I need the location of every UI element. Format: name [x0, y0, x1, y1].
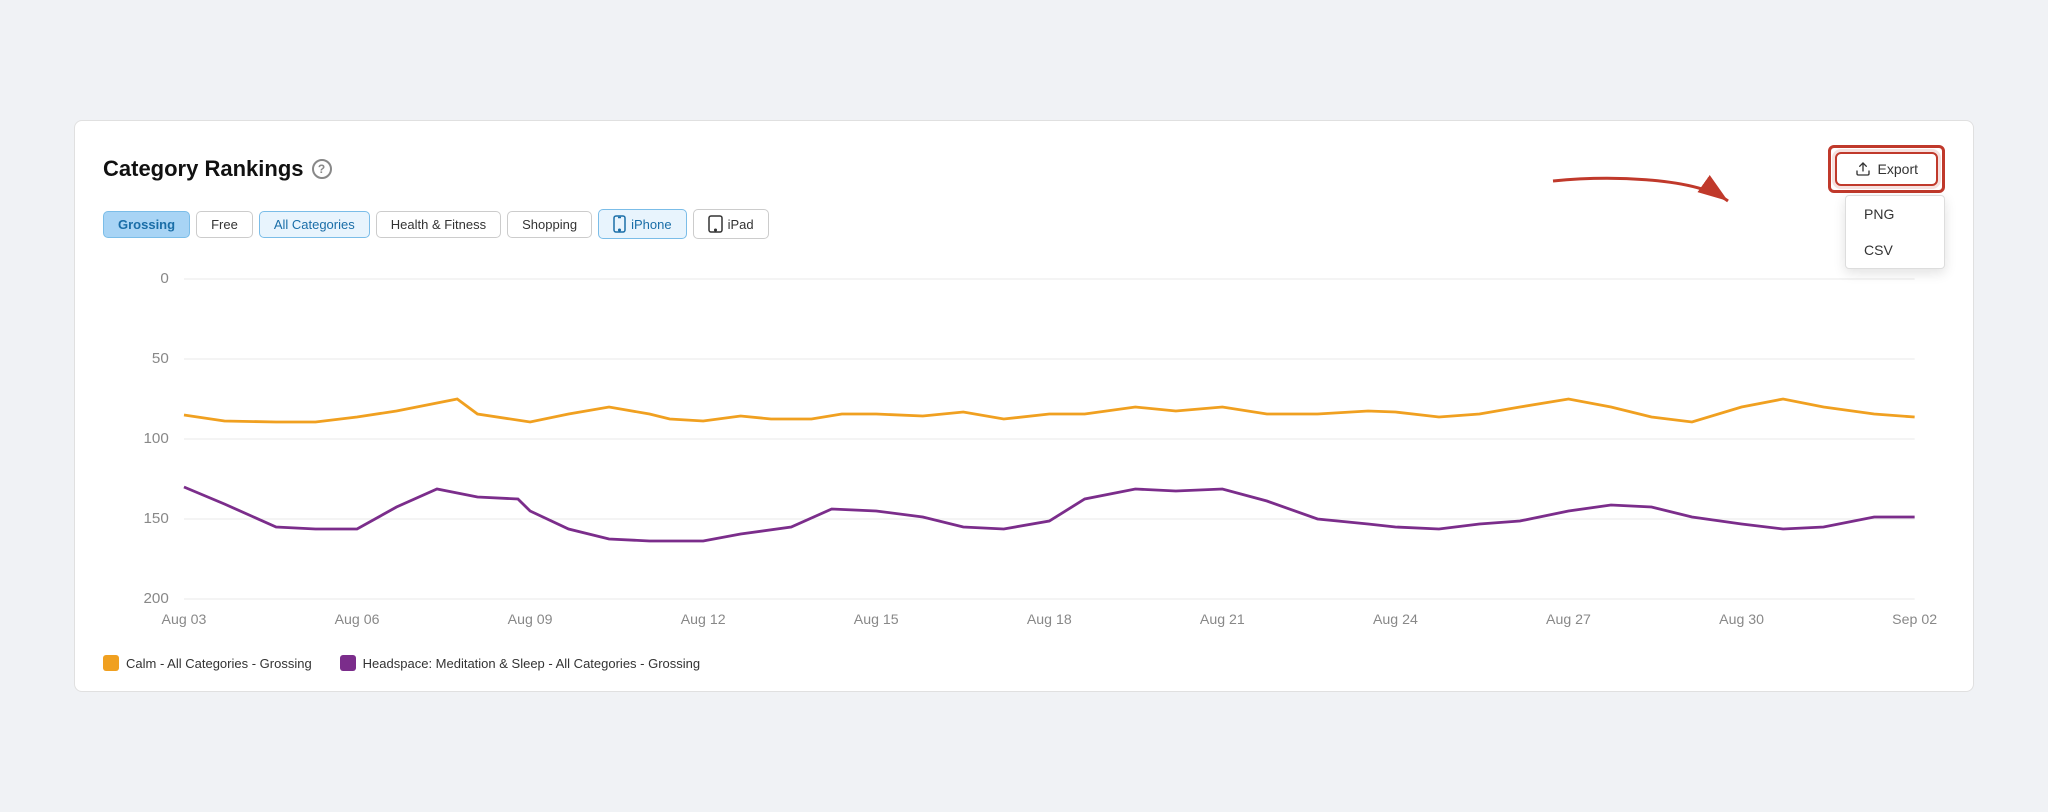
headspace-legend-box: [340, 655, 356, 671]
iphone-label: iPhone: [631, 217, 671, 232]
help-icon[interactable]: ?: [312, 159, 332, 179]
svg-text:Aug 21: Aug 21: [1200, 611, 1245, 627]
svg-text:100: 100: [143, 430, 168, 447]
title-area: Category Rankings ?: [103, 156, 332, 182]
filter-ipad[interactable]: iPad: [693, 209, 769, 239]
headspace-legend-label: Headspace: Meditation & Sleep - All Cate…: [363, 656, 700, 671]
export-highlight-box: Export PNG CSV: [1828, 145, 1945, 193]
svg-text:Aug 09: Aug 09: [508, 611, 553, 627]
svg-text:0: 0: [160, 270, 168, 287]
filter-health-fitness[interactable]: Health & Fitness: [376, 211, 501, 238]
legend-headspace: Headspace: Meditation & Sleep - All Cate…: [340, 655, 700, 671]
filter-grossing[interactable]: Grossing: [103, 211, 190, 238]
svg-text:Aug 12: Aug 12: [681, 611, 726, 627]
export-area: Export PNG CSV: [1828, 145, 1945, 193]
svg-text:Aug 03: Aug 03: [162, 611, 207, 627]
filters-row: Grossing Free All Categories Health & Fi…: [103, 209, 1945, 239]
svg-text:Aug 24: Aug 24: [1373, 611, 1418, 627]
chart-container: 0 50 100 150 200 Aug 03 Aug 06 Aug 09 Au…: [103, 259, 1945, 639]
calm-line: [184, 399, 1915, 422]
svg-text:Aug 15: Aug 15: [854, 611, 899, 627]
export-button[interactable]: Export: [1835, 152, 1938, 186]
calm-legend-label: Calm - All Categories - Grossing: [126, 656, 312, 671]
page-title: Category Rankings: [103, 156, 304, 182]
upload-icon: [1855, 161, 1871, 177]
export-label: Export: [1878, 161, 1918, 177]
export-csv-option[interactable]: CSV: [1846, 232, 1944, 268]
svg-text:150: 150: [143, 510, 168, 527]
chart-svg: 0 50 100 150 200 Aug 03 Aug 06 Aug 09 Au…: [103, 259, 1945, 639]
headspace-line: [184, 487, 1915, 541]
svg-text:Aug 27: Aug 27: [1546, 611, 1591, 627]
svg-text:Aug 06: Aug 06: [335, 611, 380, 627]
filter-free[interactable]: Free: [196, 211, 253, 238]
filter-iphone[interactable]: iPhone: [598, 209, 686, 239]
svg-text:200: 200: [143, 590, 168, 607]
svg-text:Sep 02: Sep 02: [1892, 611, 1937, 627]
filter-all-categories[interactable]: All Categories: [259, 211, 370, 238]
filter-shopping[interactable]: Shopping: [507, 211, 592, 238]
ipad-icon: [708, 215, 723, 233]
iphone-icon: [613, 215, 626, 233]
svg-text:50: 50: [152, 350, 169, 367]
header-row: Category Rankings ? Export PNG CSV: [103, 145, 1945, 193]
calm-legend-box: [103, 655, 119, 671]
svg-text:Aug 18: Aug 18: [1027, 611, 1072, 627]
legend-row: Calm - All Categories - Grossing Headspa…: [103, 655, 1945, 671]
main-card: Category Rankings ? Export PNG CSV: [74, 120, 1974, 692]
ipad-label: iPad: [728, 217, 754, 232]
export-dropdown: PNG CSV: [1845, 195, 1945, 269]
legend-calm: Calm - All Categories - Grossing: [103, 655, 312, 671]
export-png-option[interactable]: PNG: [1846, 196, 1944, 232]
svg-text:Aug 30: Aug 30: [1719, 611, 1764, 627]
